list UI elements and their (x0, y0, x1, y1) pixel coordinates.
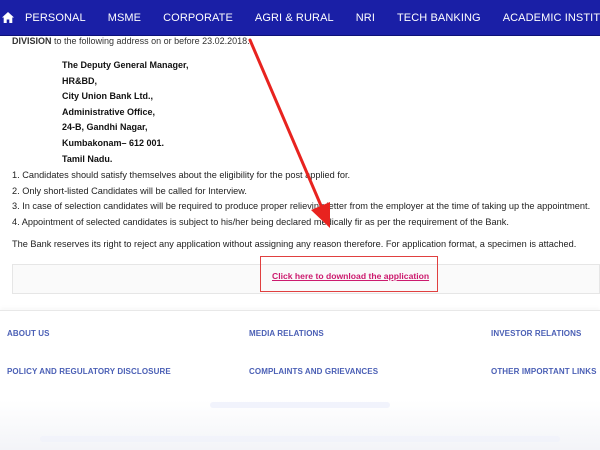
home-icon[interactable] (2, 0, 14, 36)
address-line: HR&BD, (62, 75, 97, 86)
address-line: Kumbakonam– 612 001. (62, 137, 165, 148)
footer-link-investor-relations[interactable]: INVESTOR RELATIONS (491, 329, 581, 338)
division-line: DIVISION to the following address on or … (12, 36, 250, 46)
nav-item-msme[interactable]: MSME (97, 0, 152, 36)
footer-link-media-relations[interactable]: MEDIA RELATIONS (249, 329, 324, 338)
list-item: 3. In case of selection candidates will … (12, 201, 591, 211)
address-line: City Union Bank Ltd., (62, 91, 153, 102)
footer: ABOUT US MEDIA RELATIONS INVESTOR RELATI… (0, 310, 600, 400)
nav-item-tech-banking[interactable]: TECH BANKING (386, 0, 492, 36)
footer-link-about-us[interactable]: ABOUT US (7, 329, 50, 338)
nav-item-academic-institutions[interactable]: ACADEMIC INSTITUTIONS (492, 0, 600, 36)
footer-link-other-important-links[interactable]: OTHER IMPORTANT LINKS (491, 367, 597, 376)
conditions-list: 1. Candidates should satisfy themselves … (12, 168, 597, 230)
download-application-link[interactable]: Click here to download the application (272, 271, 429, 281)
list-item: 1. Candidates should satisfy themselves … (12, 170, 351, 180)
footer-link-policy-disclosure[interactable]: POLICY AND REGULATORY DISCLOSURE (7, 367, 171, 376)
list-item: 2. Only short-listed Candidates will be … (12, 185, 247, 196)
nav-item-corporate[interactable]: CORPORATE (152, 0, 244, 36)
decorative-strip (210, 402, 390, 408)
list-item: 4. Appointment of selected candidates is… (12, 216, 509, 227)
page: PERSONAL MSME CORPORATE AGRI & RURAL NRI… (0, 0, 600, 450)
decorative-strip (40, 436, 560, 442)
main-content: DIVISION to the following address on or … (0, 36, 600, 316)
reserve-rights-text: The Bank reserves its right to reject an… (12, 239, 577, 249)
top-nav: PERSONAL MSME CORPORATE AGRI & RURAL NRI… (0, 0, 600, 36)
address-block: The Deputy General Manager, HR&BD, City … (62, 58, 189, 167)
footer-fade (0, 400, 600, 450)
division-rest: to the following address on or before 23… (51, 36, 250, 46)
address-line: Administrative Office, (62, 106, 156, 117)
nav-item-nri[interactable]: NRI (345, 0, 386, 36)
address-line: The Deputy General Manager, (62, 60, 189, 70)
nav-item-personal[interactable]: PERSONAL (14, 0, 97, 36)
nav-item-agri-rural[interactable]: AGRI & RURAL (244, 0, 345, 36)
division-label: DIVISION (12, 36, 52, 46)
address-line: Tamil Nadu. (62, 153, 113, 164)
address-line: 24-B, Gandhi Nagar, (62, 122, 148, 133)
footer-link-complaints-grievances[interactable]: COMPLAINTS AND GRIEVANCES (249, 367, 378, 376)
